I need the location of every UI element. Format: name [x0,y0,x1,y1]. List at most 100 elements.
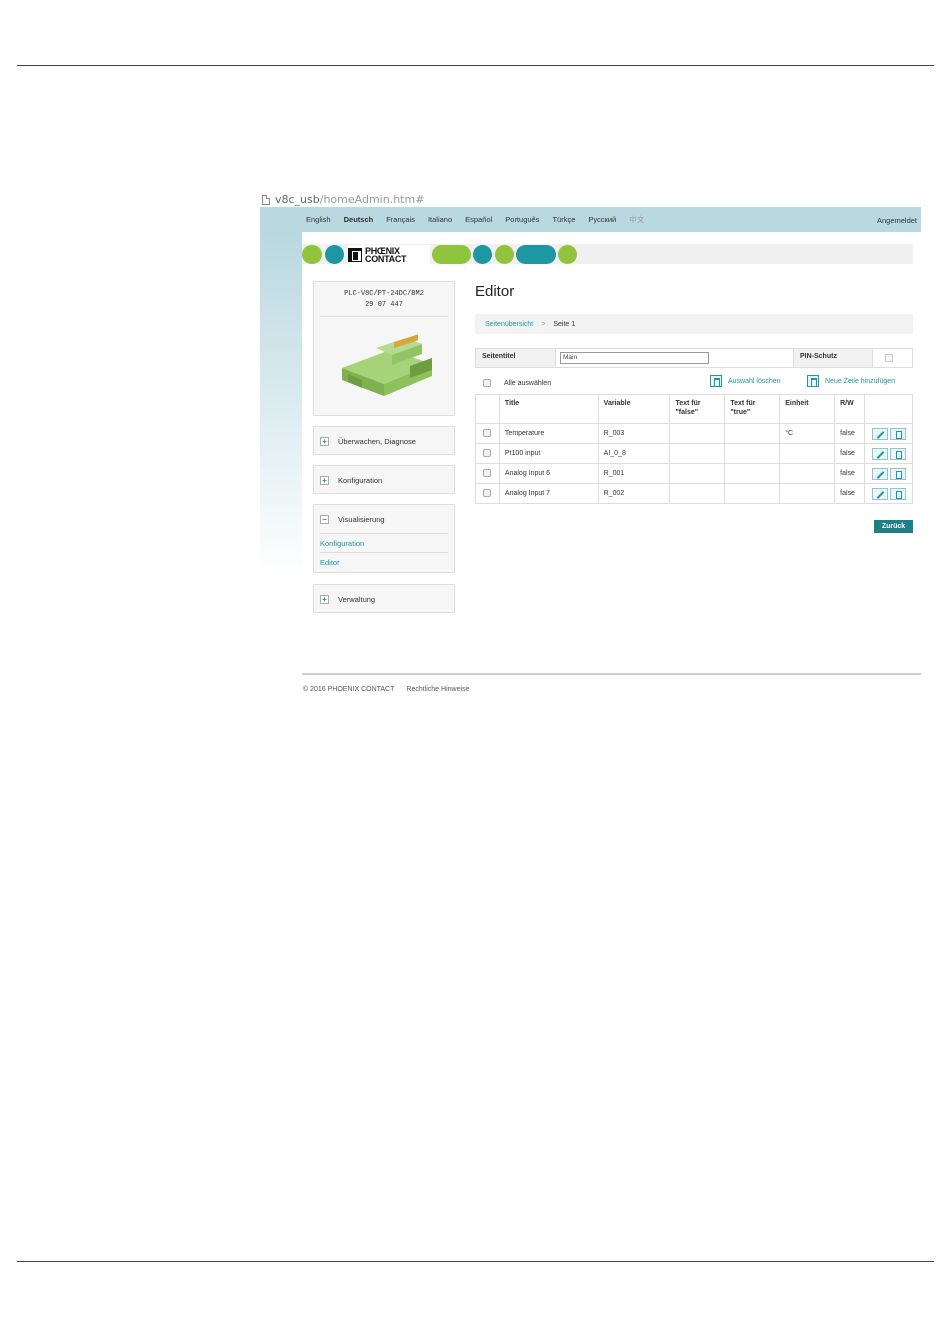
add-row-button[interactable]: Neue Zeile hinzufügen [807,375,895,387]
row-text-false [669,443,726,464]
row-checkbox[interactable] [483,448,492,457]
footer-legal-link[interactable]: Rechtliche Hinweise [406,686,469,693]
row-unit [779,443,836,464]
left-gradient [260,232,302,577]
page-title-input[interactable]: Main [560,352,709,364]
select-all: Alle auswählen [483,379,551,387]
edit-icon[interactable] [871,447,888,460]
trash-icon[interactable] [889,427,906,440]
row-title: Pt100 input [498,443,599,464]
table-row: Analog Input 7 R_002 false [475,483,913,504]
row-rw: false [834,443,866,464]
decor-blob [432,245,471,264]
browser-viewport: English Deutsch Français Italiano Españo… [260,207,921,675]
row-checkbox[interactable] [483,428,492,437]
plus-icon: + [320,475,329,485]
delete-selection-button[interactable]: Auswahl löschen [710,375,781,387]
col-text-false: Text für "false" [669,394,726,424]
row-title: Temperature [498,423,599,444]
row-unit [779,483,836,504]
row-rw: false [834,463,866,484]
pin-protection-checkbox[interactable] [885,354,893,362]
row-text-false [669,463,726,484]
divider [320,316,448,317]
col-rw: R/W [834,394,866,424]
nav-monitor[interactable]: + Überwachen, Diagnose [313,426,455,455]
footer-copyright: © 2016 PHOENIX CONTACT [303,686,395,693]
row-variable: R_002 [597,483,671,504]
nav-admin[interactable]: + Verwaltung [313,584,455,613]
nav-visualization-label: Visualisierung [338,514,385,524]
col-text-true: Text für "true" [724,394,781,424]
row-unit [779,463,836,484]
trash-icon [710,375,722,387]
edit-icon[interactable] [871,467,888,480]
plus-icon: + [320,436,329,446]
decor-blob [495,245,514,264]
trash-icon[interactable] [889,467,906,480]
lang-italiano[interactable]: Italiano [428,215,452,224]
login-status: Angemeldet [876,216,917,225]
nav-config-label: Konfiguration [338,475,383,485]
logo-mark-icon [348,247,362,262]
lang-english[interactable]: English [306,215,331,224]
row-text-true [724,463,781,484]
breadcrumb: Seitenübersicht > Seite 1 [475,314,913,334]
lang-chinese[interactable]: 中文 [629,214,644,225]
row-variable: R_001 [597,463,671,484]
table-header-row: Title Variable Text für "false" Text für… [475,394,913,424]
trash-icon[interactable] [889,447,906,460]
delete-selection-label: Auswahl löschen [728,377,781,385]
decor-blob [302,245,322,264]
row-checkbox[interactable] [483,488,492,497]
select-all-checkbox[interactable] [483,379,491,387]
address-path-rest: /homeAdmin.htm# [319,193,425,206]
page-settings-row: Seitentitel Main PIN-Schutz [475,348,913,368]
file-icon [262,194,270,205]
row-checkbox[interactable] [483,468,492,477]
lang-espanol[interactable]: Español [465,215,492,224]
trash-icon[interactable] [889,487,906,500]
table-row: Pt100 input AI_0_8 false [475,443,913,464]
product-number: 29 07 447 [365,301,403,309]
row-variable: R_003 [597,423,671,444]
address-bar[interactable]: v8c_usb/homeAdmin.htm# [262,193,424,206]
nav-monitor-label: Überwachen, Diagnose [338,436,416,446]
table-row: Temperature R_003 °C false [475,423,913,444]
breadcrumb-current: Seite 1 [553,320,576,328]
decor-blob [558,245,577,264]
phoenix-contact-logo[interactable]: PHŒNIX CONTACT [348,245,430,264]
row-unit: °C [779,423,836,444]
row-title: Analog Input 6 [498,463,599,484]
product-panel: PLC-V8C/PT-24DC/BM2 29 07 447 [313,281,455,416]
lang-portugues[interactable]: Português [505,215,539,224]
col-unit: Einheit [779,394,836,424]
row-title: Analog Input 7 [498,483,599,504]
edit-icon[interactable] [871,487,888,500]
add-row-icon [807,375,819,387]
minus-icon: − [320,514,329,524]
select-all-label: Alle auswählen [504,379,552,387]
nav-config[interactable]: + Konfiguration [313,465,455,494]
add-row-label: Neue Zeile hinzufügen [825,377,896,385]
lang-deutsch[interactable]: Deutsch [344,215,374,224]
page-bottom-rule [17,1261,934,1262]
row-text-true [724,483,781,504]
lang-turkce[interactable]: Türkçe [552,215,575,224]
decor-blob [325,245,344,264]
nav-sub-editor[interactable]: Editor [320,552,448,571]
logo-line2: CONTACT [365,253,407,264]
breadcrumb-overview-link[interactable]: Seitenübersicht [485,321,533,328]
row-rw: false [834,423,866,444]
back-button[interactable]: Zurück [874,520,913,533]
nav-visualization-head[interactable]: − Visualisierung [314,505,454,533]
row-text-false [669,423,726,444]
nav-sub-konfiguration[interactable]: Konfiguration [320,533,448,552]
lang-francais[interactable]: Français [386,215,415,224]
edit-icon[interactable] [871,427,888,440]
decor-blob [516,245,556,264]
row-variable: AI_0_8 [597,443,671,464]
row-text-false [669,483,726,504]
col-variable: Variable [597,394,671,424]
lang-russian[interactable]: Русский [588,215,616,224]
